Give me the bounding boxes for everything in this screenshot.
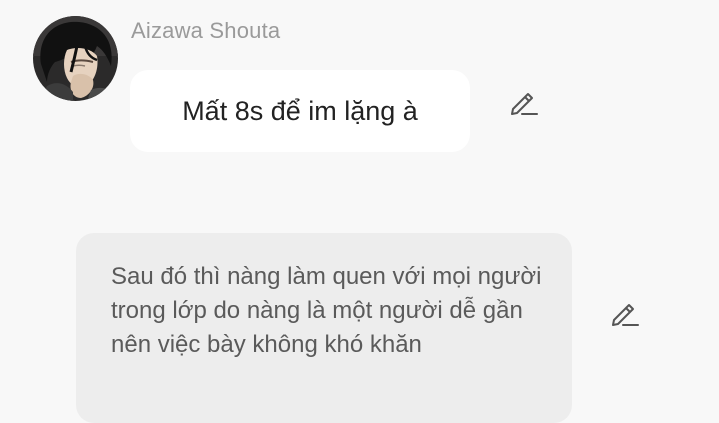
pencil-edit-icon <box>612 304 639 326</box>
sender-avatar[interactable] <box>33 16 118 101</box>
message-text: Sau đó thì nàng làm quen với mọi người t… <box>111 263 542 358</box>
pencil-edit-icon <box>511 93 538 115</box>
message-bubble-narration: Sau đó thì nàng làm quen với mọi người t… <box>76 233 572 423</box>
avatar-image <box>33 16 118 101</box>
sender-name: Aizawa Shouta <box>131 18 281 43</box>
edit-message-button[interactable] <box>609 297 641 329</box>
message-bubble-dialogue: Mất 8s để im lặng à <box>130 70 470 152</box>
edit-message-button[interactable] <box>508 86 540 118</box>
message-text: Mất 8s để im lặng à <box>182 95 418 126</box>
